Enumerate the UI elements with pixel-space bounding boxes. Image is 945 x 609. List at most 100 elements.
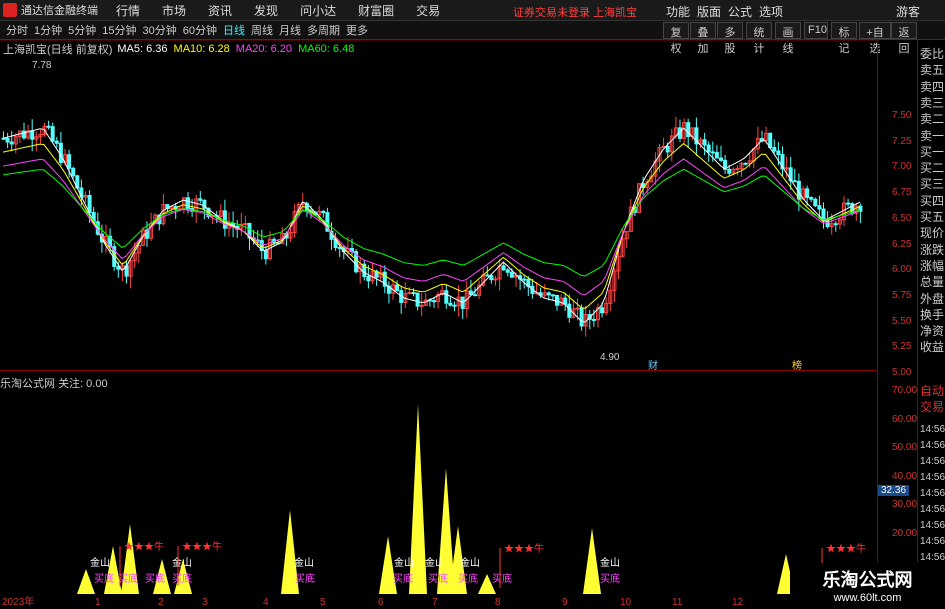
time-label: 14:56 [920, 456, 945, 467]
draw-line-button[interactable]: 画线 [775, 22, 801, 55]
candle-body [222, 210, 227, 229]
back-button[interactable]: 返回 [891, 22, 917, 55]
time-label: 14:56 [920, 520, 945, 531]
adjust-button[interactable]: 复权 [663, 22, 689, 55]
menu-trade[interactable]: 交易 [416, 2, 440, 19]
panel-divider [0, 370, 877, 371]
mark-button[interactable]: 标记 [831, 22, 857, 55]
sidebar-item: 交易 [920, 400, 945, 414]
month-label: 4 [263, 597, 269, 608]
menu-function[interactable]: 功能 [666, 3, 690, 20]
candle-body [600, 307, 605, 314]
month-label: 6 [378, 597, 384, 608]
candle-body [805, 188, 810, 198]
menu-news[interactable]: 资讯 [208, 2, 232, 19]
menu-layout[interactable]: 版面 [697, 3, 721, 20]
indicator-label: 金山 [172, 556, 192, 569]
time-label: 14:56 [920, 536, 945, 547]
candle-body [706, 144, 711, 153]
candle-body [817, 205, 822, 210]
stats-button[interactable]: 统计 [746, 22, 772, 55]
price-tick: 7.25 [892, 135, 912, 147]
menu-guest[interactable]: 游客 [896, 3, 920, 20]
period-30min[interactable]: 30分钟 [143, 22, 177, 38]
finance-marker[interactable]: 财 [648, 359, 658, 370]
candle-body [575, 307, 580, 310]
sidebar-item: 自动 [920, 384, 945, 398]
candle-body [67, 154, 72, 169]
candle-body [198, 198, 203, 201]
multi-stock-button[interactable]: 多股 [717, 22, 743, 55]
rank-marker[interactable]: 榜 [792, 359, 802, 370]
menu-quotes[interactable]: 行情 [116, 2, 140, 19]
candle-body [9, 141, 14, 145]
f10-button[interactable]: F10 [804, 22, 828, 39]
sidebar-item: 卖二 [920, 112, 945, 127]
candle-body [591, 318, 596, 321]
candle-body [579, 307, 584, 327]
candle-body [792, 180, 797, 183]
price-tick: 5.25 [892, 341, 912, 353]
candle-body [563, 297, 568, 305]
price-tick: 6.00 [892, 264, 912, 276]
candlestick-chart[interactable]: 7.78 4.90 财 榜 [0, 40, 877, 370]
candle-body [243, 223, 248, 226]
candle-body [46, 125, 51, 128]
period-more[interactable]: 更多 [346, 22, 368, 38]
indicator-label: 买底 [458, 572, 478, 585]
sidebar-item: 换手 [920, 307, 945, 322]
indicator-label: 金山 [294, 556, 314, 569]
app-title: 通达信金融终端 [21, 5, 98, 17]
price-tick: 6.75 [892, 187, 912, 199]
add-favorite-button[interactable]: +自选 [859, 22, 891, 55]
menu-wealth[interactable]: 财富圈 [358, 2, 394, 19]
menu-discover[interactable]: 发现 [254, 2, 278, 19]
sidebar-item: 卖一 [920, 128, 945, 143]
indicator-label: 买底 [295, 572, 315, 585]
period-multi[interactable]: 多周期 [307, 22, 340, 38]
period-tick[interactable]: 分时 [6, 22, 28, 38]
candle-body [710, 151, 715, 154]
candle-body [58, 142, 63, 164]
indicator-label: 买底 [600, 572, 620, 585]
candle-body [415, 292, 420, 307]
candle-body [522, 278, 527, 281]
indicator-chart[interactable]: 金山买底 买底 买底 买底金山 金山买底金山买底金山买底金山买底 买底金山买底★★★牛 ★★… [0, 386, 877, 608]
period-week[interactable]: 周线 [251, 22, 273, 38]
period-15min[interactable]: 15分钟 [102, 22, 136, 38]
price-tick: 6.50 [892, 212, 912, 224]
period-month[interactable]: 月线 [279, 22, 301, 38]
candle-body [846, 202, 851, 205]
menu-options[interactable]: 选项 [759, 3, 783, 20]
candle-body [448, 302, 453, 306]
candle-body [489, 275, 494, 281]
time-label: 14:56 [920, 424, 945, 435]
candle-body [444, 290, 449, 304]
indicator-tick: 50.00 [892, 442, 918, 453]
candle-body [714, 152, 719, 159]
month-label: 7 [432, 597, 438, 608]
time-label: 14:56 [920, 472, 945, 483]
menu-ask[interactable]: 问小达 [300, 2, 336, 19]
price-axis: 7.50 7.25 7.00 6.75 6.50 6.25 6.00 5.75 5.50 5.25… [877, 40, 917, 609]
login-notice[interactable]: 证券交易未登录 上海凯宝 [513, 4, 637, 20]
period-day[interactable]: 日线 [223, 22, 245, 38]
indicator-label: 金山 [600, 556, 620, 569]
month-label: 5 [320, 597, 326, 608]
menu-formula[interactable]: 公式 [728, 3, 752, 20]
bull-signal: ★★★牛 [182, 540, 222, 553]
indicator-label: 买底 [118, 572, 138, 585]
candle-body [702, 139, 707, 146]
menu-market[interactable]: 市场 [162, 2, 186, 19]
candle-body [509, 271, 514, 278]
period-1min[interactable]: 1分钟 [34, 22, 62, 38]
indicator-spike [77, 569, 95, 594]
period-60min[interactable]: 60分钟 [183, 22, 217, 38]
month-label: 2023年 [2, 595, 34, 608]
sidebar-item: 买五 [920, 210, 945, 224]
watermark-title: 乐淘公式网 [822, 570, 913, 590]
month-label: 3 [202, 597, 208, 608]
candle-body [501, 265, 506, 271]
period-5min[interactable]: 5分钟 [68, 22, 96, 38]
overlay-button[interactable]: 叠加 [690, 22, 716, 55]
